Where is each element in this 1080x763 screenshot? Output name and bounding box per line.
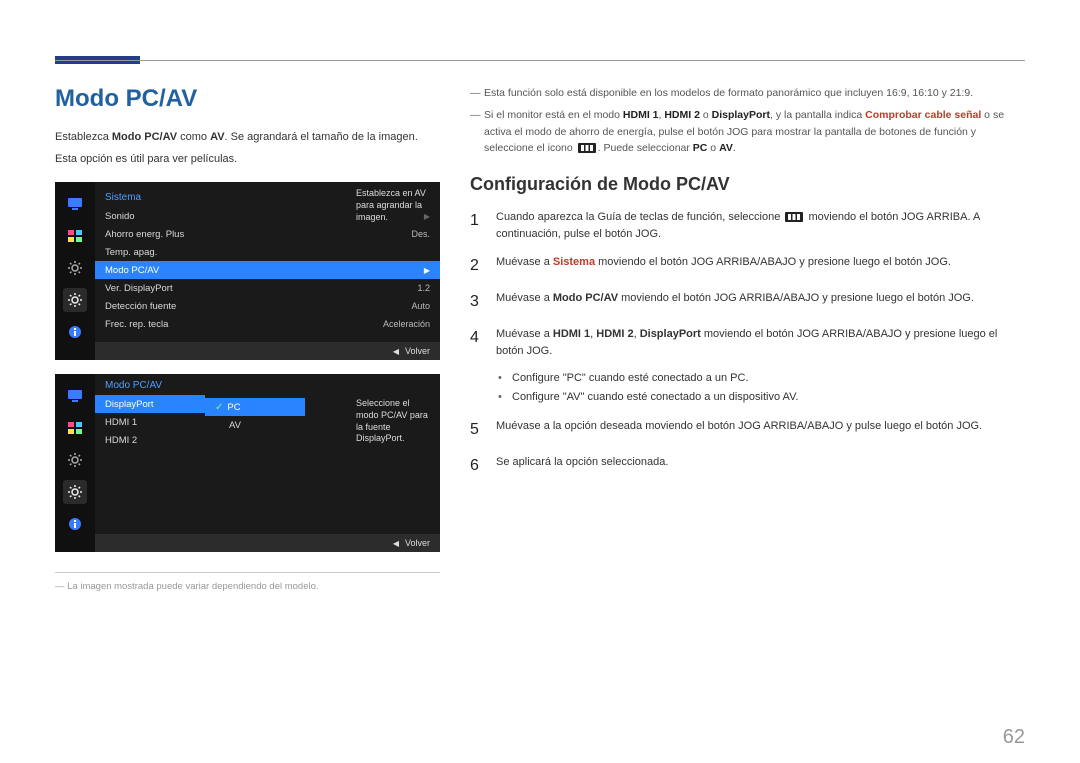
step-3: 3 Muévase a Modo PC/AV moviendo el botón… [470,290,1025,314]
step-number: 1 [470,209,496,242]
t: Cuando aparezca la Guía de teclas de fun… [496,211,783,223]
step-1: 1 Cuando aparezca la Guía de teclas de f… [470,209,1025,242]
info-icon [63,320,87,344]
osd-title: Modo PC/AV [95,374,205,395]
t: Establezca [55,131,112,143]
t: Se aplicará la opción seleccionada. [496,454,1025,478]
chevron-right-icon: ▶ [424,266,430,275]
step-6: 6 Se aplicará la opción seleccionada. [470,454,1025,478]
picture-icon [63,416,87,440]
settings1-icon [63,256,87,280]
t: HDMI 2 [596,328,633,340]
t: como [177,131,210,143]
osd-row: Temp. apag. [95,243,440,261]
osd-row: Ahorro energ. PlusDes. [95,225,440,243]
t: Modo PC/AV [112,131,177,143]
chevron-left-icon: ◀ [393,347,399,356]
osd-source-row: HDMI 1 [95,413,205,431]
menu-icon [578,143,596,153]
osd-sidebar [55,374,95,552]
osd-row: Frec. rep. teclaAceleración [95,315,440,333]
osd-row: Ver. DisplayPort1.2 [95,279,440,297]
osd-screenshot-system: Sistema Sonido▶ Ahorro energ. PlusDes. T… [55,182,440,360]
t: Si el monitor está en el modo [484,109,623,121]
osd-source-row: HDMI 2 [95,431,205,449]
t: HDMI 2 [664,109,700,121]
picture-icon [63,224,87,248]
page-title: Modo PC/AV [55,85,440,113]
t: HDMI 1 [623,109,659,121]
t: o [707,142,719,154]
t: moviendo el botón JOG ARRIBA/ABAJO y pre… [618,292,974,304]
monitor-icon [63,384,87,408]
osd-row: Detección fuenteAuto [95,297,440,315]
info-icon [63,512,87,536]
step-5: 5 Muévase a la opción deseada moviendo e… [470,418,1025,442]
osd-footer: ◀ Volver [95,342,440,360]
step-number: 5 [470,418,496,442]
t: DisplayPort [640,328,701,340]
step-number: 4 [470,326,496,359]
t: AV [719,142,733,154]
t: o [700,109,712,121]
settings1-icon [63,448,87,472]
t: La imagen mostrada puede variar dependie… [67,581,318,592]
chevron-left-icon: ◀ [393,539,399,548]
t: Sistema [553,256,595,268]
note-2: Si el monitor está en el modo HDMI 1, HD… [470,107,1025,156]
t: AV [210,131,224,143]
monitor-icon [63,192,87,216]
t: Muévase a [496,292,553,304]
step-number: 6 [470,454,496,478]
step-4: 4 Muévase a HDMI 1, HDMI 2, DisplayPort … [470,326,1025,359]
page-number: 62 [1003,726,1025,749]
osd-row-selected: Modo PC/AV▶ [95,261,440,279]
t: Comprobar cable señal [865,109,981,121]
section-heading: Configuración de Modo PC/AV [470,174,1025,195]
t: DisplayPort [712,109,770,121]
t: Muévase a [496,256,553,268]
osd-help-text: Seleccione el modo PC/AV para la fuente … [350,398,440,445]
t: Muévase a [496,328,553,340]
step-number: 3 [470,290,496,314]
t: PC [693,142,708,154]
check-icon: ✓ [215,402,223,413]
step-number: 2 [470,254,496,278]
osd-sidebar [55,182,95,360]
bullet: Configure "PC" cuando esté conectado a u… [498,369,1025,388]
osd-source-row-selected: DisplayPort [95,395,205,413]
intro-line-1: Establezca Modo PC/AV como AV. Se agrand… [55,129,440,147]
settings2-icon [63,480,87,504]
t: . Puede seleccionar [598,142,693,154]
intro-line-2: Esta opción es útil para ver películas. [55,151,440,169]
menu-icon [785,212,803,222]
t: Muévase a la opción deseada moviendo el … [496,418,1025,442]
step-4-bullets: Configure "PC" cuando esté conectado a u… [498,369,1025,406]
osd-mode-row: AV [205,416,305,434]
note-1: Esta función solo está disponible en los… [470,85,1025,101]
divider [55,572,440,573]
osd-footer: ◀ Volver [95,534,440,552]
header-divider [55,60,1025,61]
t: . [733,142,736,154]
osd-footer-label: Volver [405,346,430,356]
osd-footer-label: Volver [405,538,430,548]
bullet: Configure "AV" cuando esté conectado a u… [498,388,1025,407]
step-2: 2 Muévase a Sistema moviendo el botón JO… [470,254,1025,278]
osd-screenshot-pcav: Modo PC/AV DisplayPort HDMI 1 HDMI 2 ✓PC… [55,374,440,552]
settings2-icon [63,288,87,312]
t: moviendo el botón JOG ARRIBA/ABAJO y pre… [595,256,951,268]
t: , y la pantalla indica [770,109,865,121]
t: Modo PC/AV [553,292,618,304]
osd-mode-row-selected: ✓PC [205,398,305,416]
t: . Se agrandará el tamaño de la imagen. [225,131,418,143]
t: HDMI 1 [553,328,590,340]
model-note: ― La imagen mostrada puede variar depend… [55,581,440,592]
osd-help-text: Establezca en AV para agrandar la imagen… [350,188,440,223]
